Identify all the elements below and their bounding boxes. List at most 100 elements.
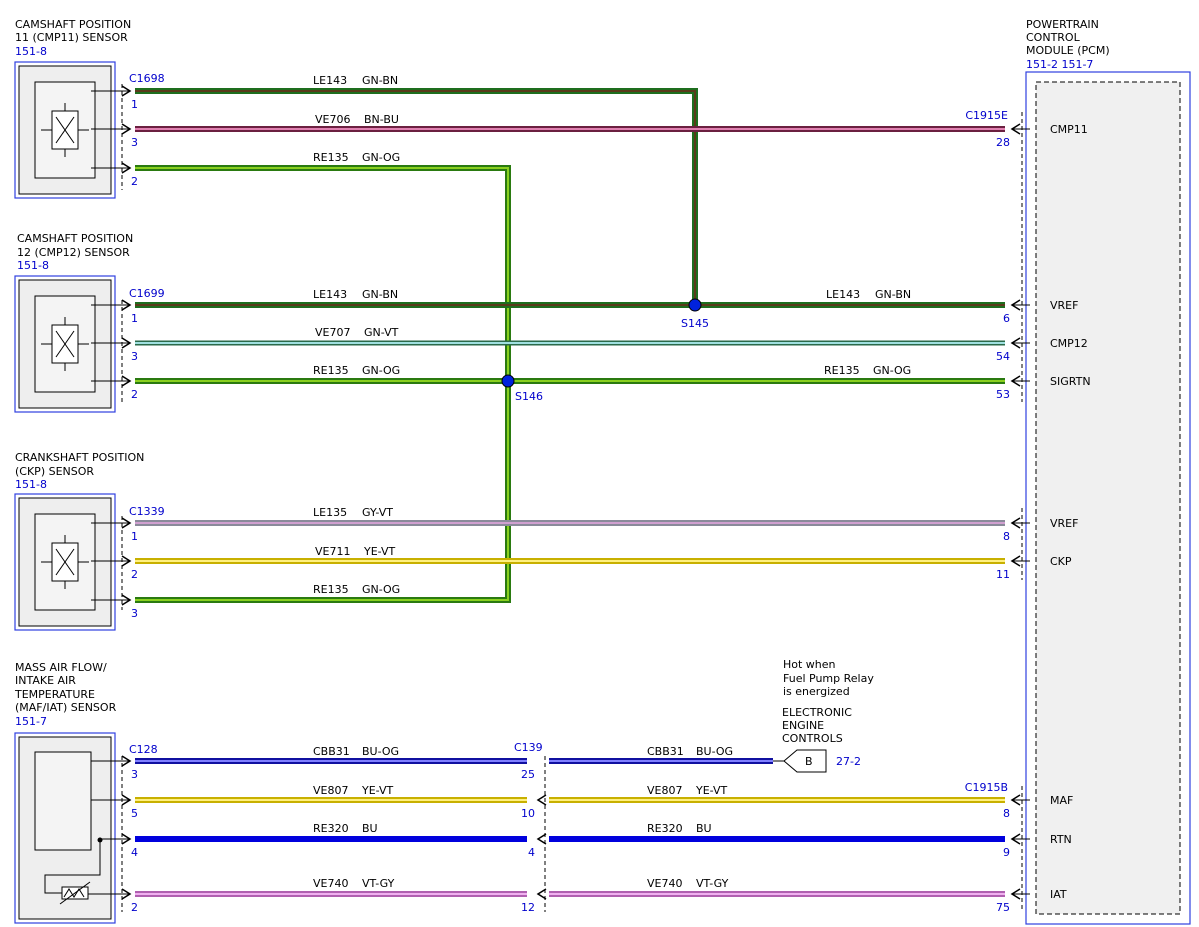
wire-color-label-7: YE-VT [363, 545, 396, 558]
wire-color-label-3: GN-BN [362, 288, 398, 301]
eec-line-1: ELECTRONIC [782, 706, 852, 719]
wire-circuit-label-3: LE143 [313, 288, 347, 301]
wire-le143-cmp11 [135, 88, 698, 305]
ckp-pin-3: 3 [131, 607, 138, 620]
cmp12-title-line-1: CAMSHAFT POSITION [17, 232, 133, 245]
c139-connector-label: C139 [514, 741, 543, 754]
wire-color-label-10: YE-VT [361, 784, 394, 797]
c139-pin-3: 4 [528, 846, 535, 859]
maf-pin-1: 3 [131, 768, 138, 781]
wire-circuit-label-5: RE135 [313, 364, 349, 377]
cmp11-title-line-1: CAMSHAFT POSITION [15, 18, 131, 31]
cmp11-connector-c1698: C1698 [129, 72, 165, 85]
text-layer: POWERTRAINCONTROLMODULE (PCM)151-2 151-7… [14, 18, 1110, 914]
maf-title-line-4: (MAF/IAT) SENSOR [15, 701, 117, 714]
note-line-1: Hot when [783, 658, 836, 671]
wire-circuit-label-9: CBB31 [313, 745, 350, 758]
cmp11-ref: 151-8 [15, 45, 47, 58]
wire-color-label-s145-pcm: GN-BN [875, 288, 911, 301]
wire-circuit-label-8: RE135 [313, 583, 349, 596]
cmp12-pin-2: 3 [131, 350, 138, 363]
splice-s146-label: S146 [515, 390, 543, 403]
pcm-signal-7: MAF [1050, 794, 1073, 807]
wire-color-label-ve740-b: VT-GY [696, 877, 729, 890]
pcm-body [1035, 81, 1181, 915]
c139-arrow-3 [536, 833, 547, 845]
wire-circuit-label-s146-pcm: RE135 [824, 364, 860, 377]
wire-color-label-cbb31-b: BU-OG [696, 745, 733, 758]
pcm-signal-6: CKP [1050, 555, 1072, 568]
wire-color-label-1: BN-BU [364, 113, 399, 126]
wire-color-label-2: GN-OG [362, 151, 400, 164]
pcm-pin-9: 75 [996, 901, 1010, 914]
wire-color-label-5: GN-OG [362, 364, 400, 377]
wire-circuit-label-0: LE143 [313, 74, 347, 87]
pcm-signal-2: VREF [1050, 299, 1078, 312]
pcm-pin-7: 8 [1003, 807, 1010, 820]
ckp-ref: 151-8 [15, 478, 47, 491]
maf-title-line-3: TEMPERATURE [14, 688, 95, 701]
maf-connector-c128: C128 [129, 743, 158, 756]
cmp12-pin-1: 1 [131, 312, 138, 325]
cmp11-title-line-2: 11 (CMP11) SENSOR [15, 31, 128, 44]
wiring-diagram: POWERTRAINCONTROLMODULE (PCM)151-2 151-7… [14, 18, 1191, 925]
cmp12-title-line-2: 12 (CMP12) SENSOR [17, 246, 130, 259]
pcm-pin-8: 9 [1003, 846, 1010, 859]
maf-title-line-1: MASS AIR FLOW/ [15, 661, 107, 674]
ckp-pin-1: 1 [131, 530, 138, 543]
pcm-connector-c1915e: C1915E [965, 109, 1008, 122]
pcm-signal-1: CMP11 [1050, 123, 1088, 136]
pcm-pin-2: 6 [1003, 312, 1010, 325]
wire-circuit-label-1: VE706 [315, 113, 350, 126]
wire-color-label-4: GN-VT [364, 326, 399, 339]
wires-layer [135, 88, 1005, 897]
wire-circuit-label-ve740-b: VE740 [647, 877, 682, 890]
cmp11-pin-3: 2 [131, 175, 138, 188]
wire-circuit-label-11: RE320 [313, 822, 349, 835]
wire-color-label-0: GN-BN [362, 74, 398, 87]
wire-circuit-label-s145-pcm: LE143 [826, 288, 860, 301]
wire-le143-cmp11-outer [135, 88, 698, 305]
pcm-signal-8: RTN [1050, 833, 1072, 846]
wire-circuit-label-7: VE711 [315, 545, 350, 558]
wire-circuit-label-12: VE740 [313, 877, 348, 890]
wire-circuit-label-ve807-b: VE807 [647, 784, 682, 797]
eec-tag-letter: B [805, 755, 813, 768]
note-line-2: Fuel Pump Relay [783, 672, 874, 685]
eec-ref: 27-2 [836, 755, 861, 768]
maf-pin-4: 2 [131, 901, 138, 914]
wire-color-label-6: GY-VT [362, 506, 393, 519]
maf-element [34, 751, 92, 851]
cmp11-pin-1: 1 [131, 98, 138, 111]
splice-s146 [501, 374, 515, 388]
pcm-signal-9: IAT [1050, 888, 1067, 901]
splice-s145 [688, 298, 702, 312]
pcm-pin-3: 54 [996, 350, 1010, 363]
maf-pin-3: 4 [131, 846, 138, 859]
ckp-title-line-1: CRANKSHAFT POSITION [15, 451, 144, 464]
maf-junction-dot [97, 837, 103, 843]
c139-arrow-4 [536, 888, 547, 900]
wire-circuit-label-10: VE807 [313, 784, 348, 797]
maf-title-line-2: INTAKE AIR [15, 674, 76, 687]
ckp-title-line-2: (CKP) SENSOR [15, 465, 94, 478]
ckp-pin-2: 2 [131, 568, 138, 581]
pcm-pin-4: 53 [996, 388, 1010, 401]
wire-color-label-re320-b: BU [696, 822, 712, 835]
pcm-pin-5: 8 [1003, 530, 1010, 543]
c139-pin-2: 10 [521, 807, 535, 820]
wire-color-label-11: BU [362, 822, 378, 835]
cmp12-ref: 151-8 [17, 259, 49, 272]
wire-color-label-s146-pcm: GN-OG [873, 364, 911, 377]
cmp12-pin-3: 2 [131, 388, 138, 401]
pcm-connector-c1915b: C1915B [965, 781, 1008, 794]
wire-color-label-ve807-b: YE-VT [695, 784, 728, 797]
wire-color-label-8: GN-OG [362, 583, 400, 596]
pcm-ref: 151-2 151-7 [1026, 58, 1093, 71]
wire-circuit-label-6: LE135 [313, 506, 347, 519]
splice-s145-label: S145 [681, 317, 709, 330]
wire-color-label-9: BU-OG [362, 745, 399, 758]
pcm-pin-6: 11 [996, 568, 1010, 581]
pcm-signal-4: SIGRTN [1050, 375, 1091, 388]
wire-le143-cmp11-stripe [135, 90, 696, 305]
